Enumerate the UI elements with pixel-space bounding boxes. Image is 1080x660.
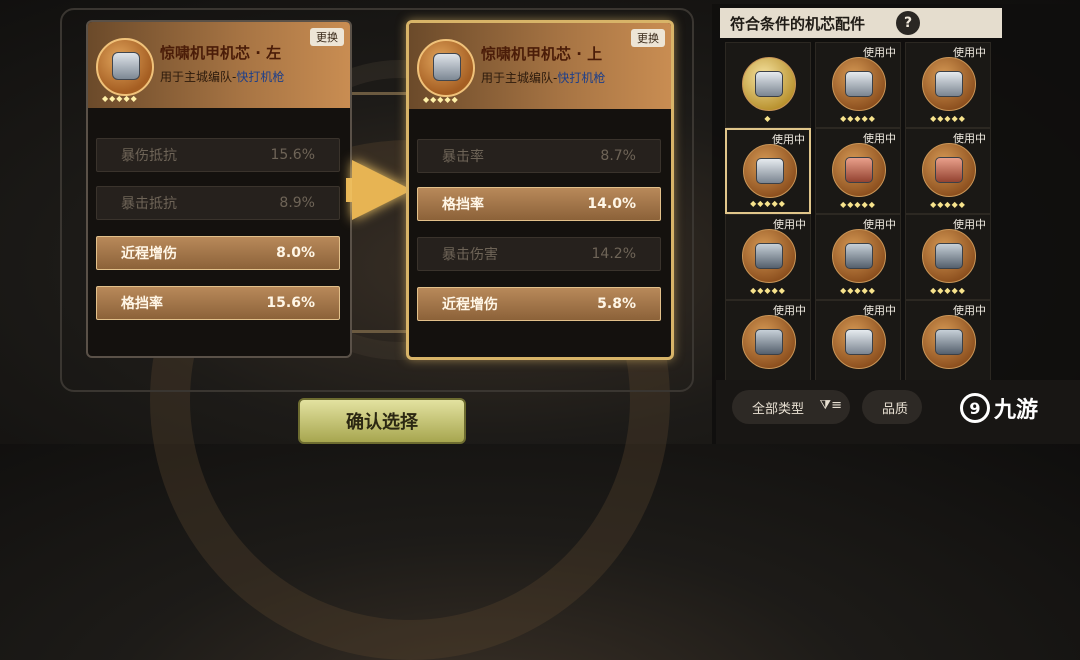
mech-figure-icon <box>935 329 963 355</box>
mech-figure-icon <box>755 329 783 355</box>
star-rating: ◆◆◆◆◆ <box>930 114 966 123</box>
stat-row: 近程增伤 8.0% <box>96 236 340 270</box>
swap-button[interactable]: 更换 <box>631 29 665 47</box>
core-part-cell[interactable]: 使用中 ◆◆◆◆◆ <box>725 128 811 214</box>
panel-title: 符合条件的机芯配件 <box>720 8 1002 38</box>
core-part-cell[interactable]: ◆ <box>725 42 811 128</box>
connector-rail <box>350 92 410 95</box>
mech-figure-icon <box>755 243 783 269</box>
connector-rail <box>350 330 410 333</box>
stat-row: 格挡率 14.0% <box>417 187 661 221</box>
stat-row: 暴击伤害 14.2% <box>417 237 661 271</box>
mech-figure-icon <box>845 71 873 97</box>
core-part-cell[interactable]: 使用中 <box>725 300 811 386</box>
star-rating: ◆◆◆◆◆ <box>930 286 966 295</box>
watermark: 9 九游 <box>960 392 1038 424</box>
stat-name: 近程增伤 <box>442 297 498 313</box>
core-part-cell[interactable]: 使用中 ◆◆◆◆◆ <box>815 214 901 300</box>
stat-value: 14.2% <box>591 246 636 262</box>
stat-name: 暴击抵抗 <box>121 196 177 212</box>
help-icon[interactable]: ? <box>896 11 920 35</box>
star-rating: ◆◆◆◆◆ <box>423 95 459 104</box>
star-rating: ◆◆◆◆◆ <box>750 199 786 208</box>
quality-filter-label: 品质 <box>882 401 909 417</box>
compare-arrow-icon <box>352 160 412 220</box>
core-card-header: ◆◆◆◆◆ 惊啸机甲机芯 · 左 用于主城编队-快打机枪 更换 <box>88 22 350 108</box>
mech-figure-icon <box>935 71 963 97</box>
mech-figure-icon <box>756 158 784 184</box>
stat-value: 8.9% <box>279 195 315 211</box>
stat-value: 5.8% <box>597 296 636 312</box>
watermark-text: 九游 <box>994 398 1039 423</box>
stat-name: 暴击率 <box>442 149 484 165</box>
stat-value: 8.7% <box>600 148 636 164</box>
swap-button[interactable]: 更换 <box>310 28 344 46</box>
type-filter-dropdown[interactable]: 全部类型 ⧩≡ <box>732 390 850 424</box>
core-part-cell[interactable]: 使用中 ◆◆◆◆◆ <box>725 214 811 300</box>
stat-value: 15.6% <box>266 295 315 311</box>
mech-figure-icon <box>845 329 873 355</box>
stat-value: 14.0% <box>587 196 636 212</box>
stat-row: 格挡率 15.6% <box>96 286 340 320</box>
core-part-cell[interactable]: 使用中 ◆◆◆◆◆ <box>815 42 901 128</box>
core-usage-unit: 快打机枪 <box>557 71 606 85</box>
core-usage: 用于主城编队-快打机枪 <box>160 68 284 85</box>
mech-core-icon <box>96 38 154 96</box>
stat-row: 近程增伤 5.8% <box>417 287 661 321</box>
stat-row: 暴击抵抗 8.9% <box>96 186 340 220</box>
stat-row: 暴伤抵抗 15.6% <box>96 138 340 172</box>
stat-name: 近程增伤 <box>121 246 177 262</box>
core-card-left[interactable]: ◆◆◆◆◆ 惊啸机甲机芯 · 左 用于主城编队-快打机枪 更换 暴伤抵抗 15.6… <box>86 20 352 358</box>
mech-figure-icon <box>935 243 963 269</box>
core-title: 惊啸机甲机芯 · 上 <box>481 45 603 63</box>
mech-figure-icon <box>845 157 873 183</box>
star-rating: ◆ <box>764 114 772 123</box>
core-usage-prefix: 用于主城编队- <box>481 71 558 85</box>
core-card-header: ◆◆◆◆◆ 惊啸机甲机芯 · 上 用于主城编队-快打机枪 更换 <box>409 23 671 109</box>
stat-row: 暴击率 8.7% <box>417 139 661 173</box>
star-rating: ◆◆◆◆◆ <box>840 200 876 209</box>
stat-name: 格挡率 <box>442 197 484 213</box>
core-title: 惊啸机甲机芯 · 左 <box>160 44 282 62</box>
stat-value: 15.6% <box>270 147 315 163</box>
core-part-cell[interactable]: 使用中 ◆◆◆◆◆ <box>905 128 991 214</box>
mech-figure-icon <box>845 243 873 269</box>
mech-figure-icon <box>935 157 963 183</box>
star-rating: ◆◆◆◆◆ <box>930 200 966 209</box>
quality-filter-dropdown[interactable]: 品质 <box>862 390 922 424</box>
stat-name: 格挡率 <box>121 296 163 312</box>
core-part-cell[interactable]: 使用中 <box>905 300 991 386</box>
core-usage-unit: 快打机枪 <box>236 70 285 84</box>
core-usage-prefix: 用于主城编队- <box>160 70 237 84</box>
watermark-logo-icon: 9 <box>960 393 990 423</box>
mech-figure-icon <box>755 71 783 97</box>
star-rating: ◆◆◆◆◆ <box>840 114 876 123</box>
core-part-cell[interactable]: 使用中 ◆◆◆◆◆ <box>815 128 901 214</box>
mech-core-icon <box>417 39 475 97</box>
confirm-selection-button[interactable]: 确认选择 <box>298 398 466 444</box>
star-rating: ◆◆◆◆◆ <box>750 286 786 295</box>
core-part-cell[interactable]: 使用中 <box>815 300 901 386</box>
core-card-right[interactable]: ◆◆◆◆◆ 惊啸机甲机芯 · 上 用于主城编队-快打机枪 更换 暴击率 8.7% … <box>406 20 674 360</box>
star-rating: ◆◆◆◆◆ <box>840 286 876 295</box>
stat-name: 暴击伤害 <box>442 247 498 263</box>
core-usage: 用于主城编队-快打机枪 <box>481 69 605 86</box>
core-part-cell[interactable]: 使用中 ◆◆◆◆◆ <box>905 214 991 300</box>
stat-name: 暴伤抵抗 <box>121 148 177 164</box>
type-filter-label: 全部类型 <box>752 401 805 417</box>
star-rating: ◆◆◆◆◆ <box>102 94 138 103</box>
core-part-cell[interactable]: 使用中 ◆◆◆◆◆ <box>905 42 991 128</box>
filter-icon[interactable]: ⧩≡ <box>820 398 843 413</box>
stat-value: 8.0% <box>276 245 315 261</box>
